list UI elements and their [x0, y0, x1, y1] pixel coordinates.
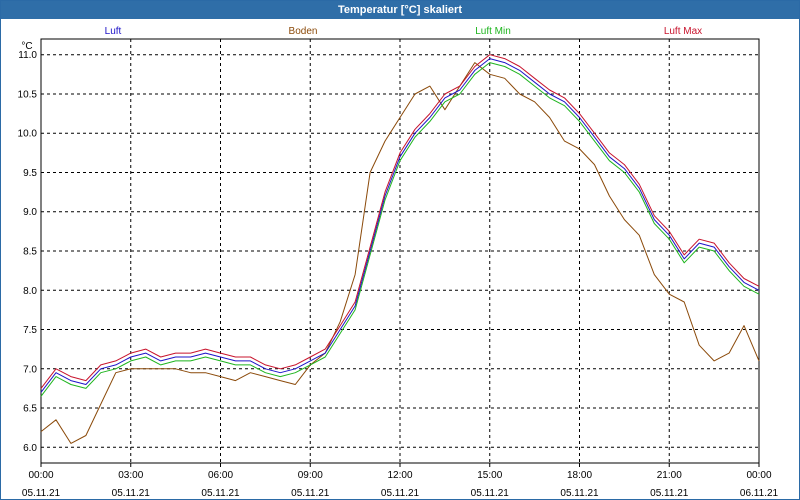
- x-tick-time-label: 03:00: [118, 470, 143, 481]
- x-tick-date-label: 05.11.21: [381, 488, 420, 499]
- x-tick-date-label: 05.11.21: [471, 488, 510, 499]
- legend: Luft Boden Luft Min Luft Max: [105, 26, 703, 37]
- legend-entry: Luft: [105, 26, 122, 37]
- legend-entry: Luft Min: [475, 26, 511, 37]
- window-title: Temperatur [°C] skaliert: [1, 1, 799, 19]
- chart-window: Temperatur [°C] skaliert Luft Boden Luft M…: [0, 0, 800, 500]
- legend-entry: Luft Max: [664, 26, 702, 37]
- x-tick-time-label: 12:00: [387, 470, 412, 481]
- x-tick-time-label: 15:00: [477, 470, 502, 481]
- y-tick-label: 8.5: [23, 247, 37, 258]
- grid: [40, 38, 760, 467]
- y-axis-labels: °C6.06.57.07.58.08.59.09.510.010.511.0: [18, 41, 38, 454]
- x-tick-time-label: 06:00: [208, 470, 233, 481]
- y-tick-label: 9.5: [23, 168, 37, 179]
- x-tick-date-label: 05.11.21: [560, 488, 599, 499]
- x-tick-time-label: 18:00: [567, 470, 592, 481]
- x-tick-date-label: 05.11.21: [650, 488, 689, 499]
- y-tick-label: 8.0: [23, 286, 37, 297]
- y-tick-label: 10.5: [18, 89, 38, 100]
- x-axis-labels: 00:00 05.11.21 03:00 05.11.21 06:00 05.11.21 0…: [22, 470, 779, 499]
- x-tick-date-label: 06.11.21: [740, 488, 779, 499]
- x-tick-time-label: 21:00: [657, 470, 682, 481]
- temperature-chart: Luft Boden Luft Min Luft Max °C6.06.57.07.5…: [18, 26, 779, 499]
- y-tick-label: 10.0: [18, 129, 38, 140]
- x-tick-date-label: 05.11.21: [22, 488, 61, 499]
- x-tick-time-label: 09:00: [298, 470, 323, 481]
- y-tick-label: 6.5: [23, 404, 37, 415]
- legend-entry: Boden: [289, 26, 318, 37]
- x-tick-date-label: 05.11.21: [112, 488, 151, 499]
- x-tick-date-label: 05.11.21: [291, 488, 330, 499]
- x-tick-date-label: 05.11.21: [201, 488, 240, 499]
- x-tick-time-label: 00:00: [28, 470, 53, 481]
- y-tick-label: 9.0: [23, 207, 37, 218]
- y-tick-label: 6.0: [23, 443, 37, 454]
- y-tick-label: 7.5: [23, 325, 37, 336]
- x-tick-time-label: 00:00: [746, 470, 771, 481]
- y-tick-label: 11.0: [18, 50, 37, 61]
- y-tick-label: 7.0: [23, 364, 37, 375]
